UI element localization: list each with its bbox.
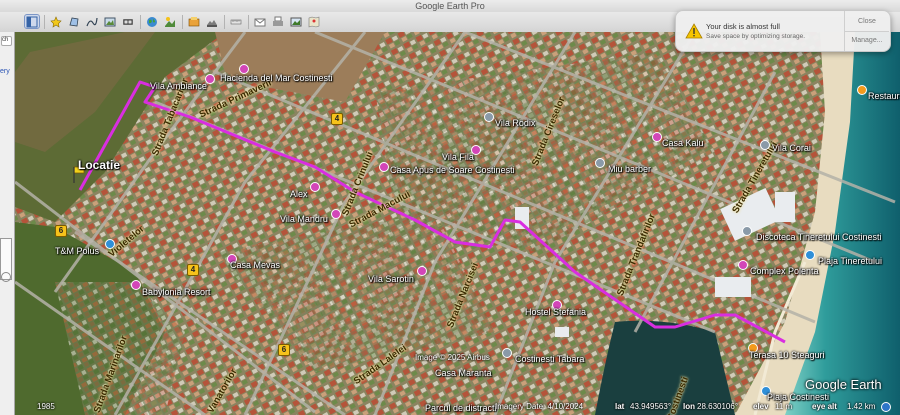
lon-value: 28.630106° <box>697 402 739 411</box>
poi-marker[interactable] <box>105 239 115 249</box>
place-terasa[interactable]: Terasa 10 Steaguri <box>749 350 825 360</box>
place-restaurant[interactable]: Restaura <box>868 91 900 101</box>
place-complex-polenta[interactable]: Complex Polenta <box>750 266 819 276</box>
close-button[interactable]: Close <box>846 13 888 31</box>
poi-marker[interactable] <box>417 266 427 276</box>
poi-marker[interactable] <box>742 226 752 236</box>
poi-marker[interactable] <box>738 260 748 270</box>
place-vila-corai[interactable]: Vila Corai <box>772 143 811 153</box>
manage-button[interactable]: Manage... <box>846 32 888 50</box>
sidebar-toggle-icon[interactable] <box>24 14 40 29</box>
planets-icon[interactable] <box>204 14 220 29</box>
poi-marker[interactable] <box>502 348 512 358</box>
place-vila-ambiance[interactable]: Vila Ambiance <box>150 81 207 91</box>
poi-marker[interactable] <box>760 140 770 150</box>
placemark-icon[interactable] <box>48 14 64 29</box>
view-in-maps-icon[interactable] <box>306 14 322 29</box>
poi-marker[interactable] <box>857 85 867 95</box>
save-image-icon[interactable] <box>288 14 304 29</box>
place-casa-kalu[interactable]: Casa Kalu <box>662 138 704 148</box>
copyright-text: Image © 2025 Airbus <box>415 353 490 362</box>
poi-marker[interactable] <box>131 280 141 290</box>
place-hacienda[interactable]: Hacienda del Mar Costinesti <box>220 73 333 83</box>
road-shield: 6 <box>278 344 290 356</box>
place-vila-sarotin[interactable]: Vila Sarotin <box>368 274 414 284</box>
road-shield: 6 <box>55 225 67 237</box>
elev-value: 11 m <box>775 402 793 411</box>
notification-body: Save space by optimizing storage. <box>706 33 805 40</box>
place-costinesti-tabara[interactable]: Costinesti Tabara <box>515 354 584 364</box>
eye-alt-value: 1.42 km <box>847 402 876 411</box>
sun-icon[interactable] <box>162 14 178 29</box>
poi-marker[interactable] <box>652 132 662 142</box>
place-casa-apus[interactable]: Casa Apus de Soare Costinesti <box>390 165 515 175</box>
poi-marker[interactable] <box>331 209 341 219</box>
polygon-icon[interactable] <box>66 14 82 29</box>
road-shield: 4 <box>331 113 343 125</box>
place-babylonia[interactable]: Babylonia Resort <box>142 287 211 297</box>
location-icon[interactable] <box>881 402 891 412</box>
place-casa-mevas[interactable]: Casa Mevas <box>230 260 280 270</box>
poi-marker[interactable] <box>805 250 815 260</box>
road-shield: 4 <box>187 264 199 276</box>
print-icon[interactable] <box>270 14 286 29</box>
lat-label: lat <box>615 402 625 411</box>
poi-marker[interactable] <box>595 158 605 168</box>
poi-marker[interactable] <box>379 162 389 172</box>
location-label: Locatie <box>78 158 121 172</box>
place-plaja-tineretului[interactable]: Plaja Tineretului <box>818 256 882 266</box>
status-bar: 1985 Image © 2025 Airbus Imagery Date: 4… <box>15 353 900 415</box>
place-hostel-stefania[interactable]: Hostel Stefania <box>525 307 586 317</box>
historical-imagery-icon[interactable] <box>186 14 202 29</box>
place-vila-rodix[interactable]: Vila Rodix <box>495 118 535 128</box>
place-miu-barber[interactable]: Miu barber <box>608 164 651 174</box>
poi-marker[interactable] <box>310 182 320 192</box>
google-earth-logo: Google Earth <box>805 377 882 392</box>
email-icon[interactable] <box>252 14 268 29</box>
panel-radio[interactable] <box>1 272 11 282</box>
elev-label: elev <box>753 402 769 411</box>
place-casa-maranta[interactable]: Casa Maranta <box>435 368 492 378</box>
place-vila-mandru[interactable]: Vila Mandru <box>280 214 328 224</box>
layers-tab-fragment[interactable]: ery <box>0 68 10 75</box>
place-alex[interactable]: Alex <box>290 189 308 199</box>
lat-value: 43.949563° <box>630 402 672 411</box>
path-icon[interactable] <box>84 14 100 29</box>
search-panel-tab[interactable]: ch <box>1 36 12 46</box>
image-overlay-icon[interactable] <box>102 14 118 29</box>
lon-label: lon <box>683 402 695 411</box>
disk-full-notification: Your disk is almost full Save space by o… <box>675 10 891 52</box>
earth-icon[interactable] <box>144 14 160 29</box>
place-tm-polus[interactable]: T&M Polus <box>55 246 99 256</box>
warning-icon <box>685 23 703 39</box>
ruler-icon[interactable] <box>228 14 244 29</box>
place-discoteca[interactable]: Discoteca Tineretului Costinesti <box>756 232 882 242</box>
notification-title: Your disk is almost full <box>706 22 780 31</box>
imagery-date: Imagery Date: 4/10/2024 <box>495 402 584 411</box>
place-vila-fila[interactable]: Vila Fila <box>442 152 474 162</box>
side-panel: ch ery <box>0 32 15 415</box>
eye-alt-label: eye alt <box>812 402 837 411</box>
poi-marker[interactable] <box>484 112 494 122</box>
record-tour-icon[interactable] <box>120 14 136 29</box>
historical-year[interactable]: 1985 <box>37 402 55 411</box>
